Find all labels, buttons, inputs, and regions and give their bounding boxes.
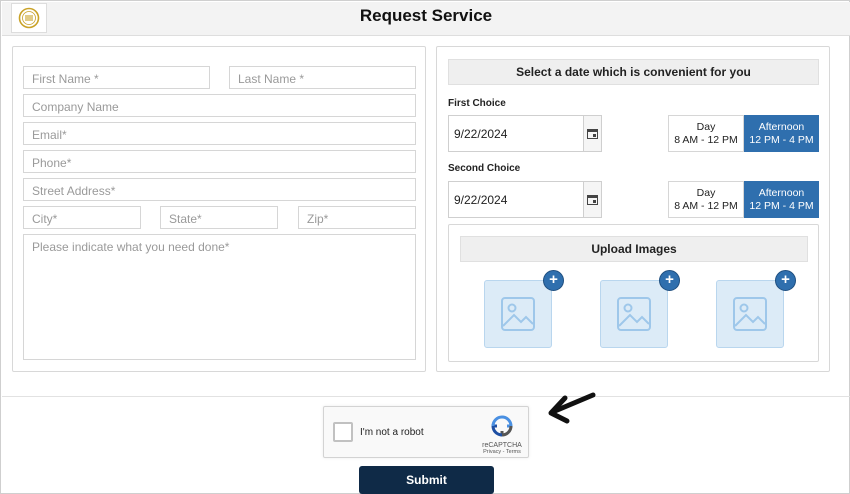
add-image-2-button[interactable]: + [659, 270, 680, 291]
phone-field[interactable]: Phone* [23, 150, 416, 173]
add-image-3-button[interactable]: + [775, 270, 796, 291]
street-address-field[interactable]: Street Address* [23, 178, 416, 201]
page-frame: Request Service First Name * Last Name *… [0, 0, 850, 494]
afternoon-time: 12 PM - 4 PM [749, 200, 814, 212]
recaptcha-links[interactable]: Privacy - Terms [480, 449, 524, 455]
first-choice-date-value: 9/22/2024 [454, 127, 508, 141]
afternoon-time: 12 PM - 4 PM [749, 134, 814, 146]
image-placeholder-icon [617, 297, 651, 331]
schedule-panel: Select a date which is convenient for yo… [436, 46, 830, 372]
day-title: Day [696, 187, 716, 199]
image-slot-2[interactable] [600, 280, 668, 348]
zip-field[interactable]: Zip* [298, 206, 416, 229]
details-textarea[interactable]: Please indicate what you need done* [23, 234, 416, 360]
day-time: 8 AM - 12 PM [674, 200, 738, 212]
upload-heading: Upload Images [460, 236, 808, 262]
calendar-icon[interactable] [583, 116, 601, 151]
second-choice-day-option[interactable]: Day 8 AM - 12 PM [668, 181, 744, 218]
recaptcha-icon [491, 415, 513, 437]
image-slot-3[interactable] [716, 280, 784, 348]
upload-panel: Upload Images + + + [448, 224, 819, 362]
first-name-field[interactable]: First Name * [23, 66, 210, 89]
first-choice-afternoon-option[interactable]: Afternoon 12 PM - 4 PM [744, 115, 819, 152]
recaptcha-brand: reCAPTCHA [482, 442, 522, 449]
recaptcha-checkbox[interactable] [333, 422, 353, 442]
second-choice-afternoon-option[interactable]: Afternoon 12 PM - 4 PM [744, 181, 819, 218]
first-choice-date-input[interactable]: 9/22/2024 [448, 115, 602, 152]
image-placeholder-icon [733, 297, 767, 331]
afternoon-title: Afternoon [758, 121, 805, 133]
first-choice-label: First Choice [448, 98, 506, 109]
recaptcha-widget: I'm not a robot reCAPTCHA Privacy - Term… [323, 406, 529, 458]
submit-button[interactable]: Submit [359, 466, 494, 494]
second-choice-date-input[interactable]: 9/22/2024 [448, 181, 602, 218]
second-choice-date-value: 9/22/2024 [454, 193, 508, 207]
section-divider [2, 396, 850, 397]
day-time: 8 AM - 12 PM [674, 134, 738, 146]
page-title: Request Service [359, 6, 493, 25]
calendar-icon[interactable] [583, 182, 601, 217]
arrow-icon [548, 392, 596, 424]
email-field[interactable]: Email* [23, 122, 416, 145]
state-field[interactable]: State* [160, 206, 278, 229]
image-placeholder-icon [501, 297, 535, 331]
last-name-field[interactable]: Last Name * [229, 66, 416, 89]
page-header: Request Service [2, 2, 850, 36]
contact-panel: First Name * Last Name * Company Name Em… [12, 46, 426, 372]
second-choice-label: Second Choice [448, 163, 521, 174]
company-field[interactable]: Company Name [23, 94, 416, 117]
recaptcha-label: I'm not a robot [360, 427, 424, 438]
first-choice-day-option[interactable]: Day 8 AM - 12 PM [668, 115, 744, 152]
schedule-heading: Select a date which is convenient for yo… [448, 59, 819, 85]
afternoon-title: Afternoon [758, 187, 805, 199]
image-slot-1[interactable] [484, 280, 552, 348]
day-title: Day [696, 121, 716, 133]
add-image-1-button[interactable]: + [543, 270, 564, 291]
city-field[interactable]: City* [23, 206, 141, 229]
